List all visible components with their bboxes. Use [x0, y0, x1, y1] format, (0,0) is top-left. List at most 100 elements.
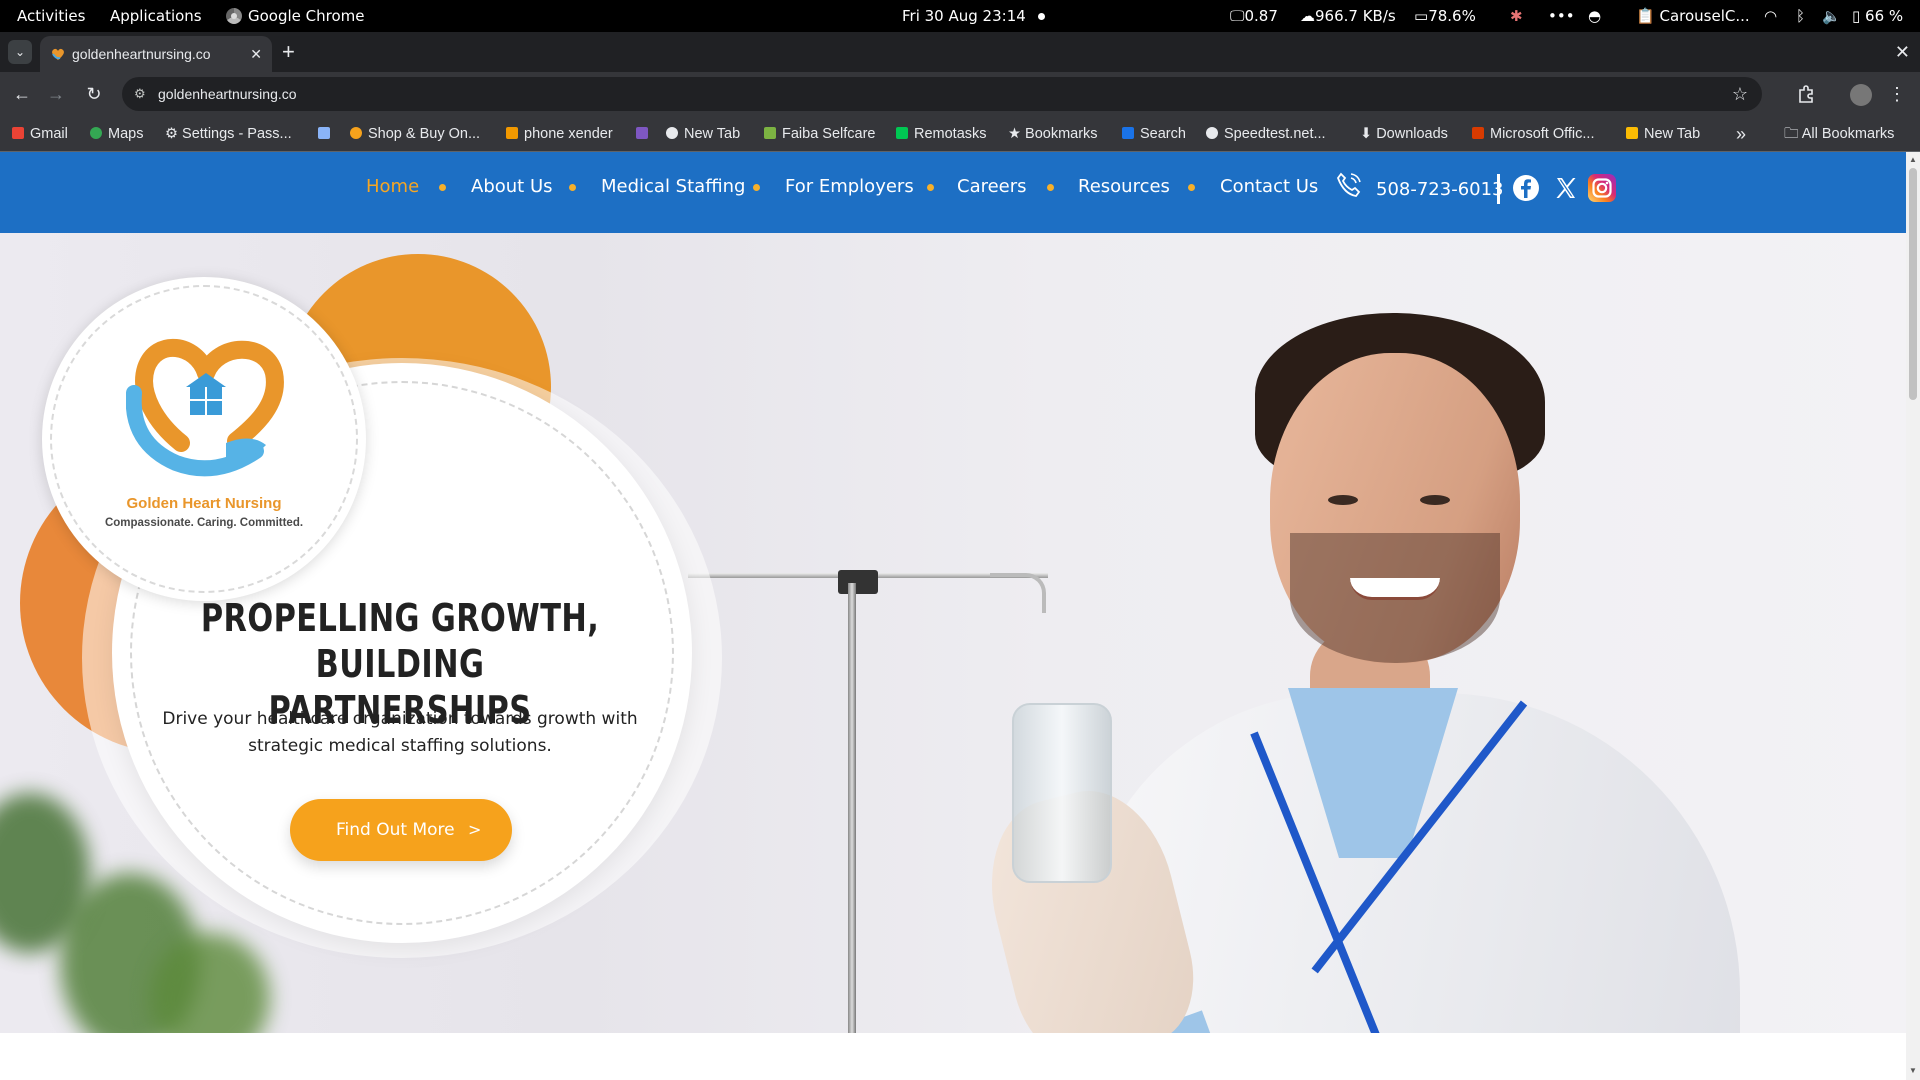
bookmark-label: Shop & Buy On... — [368, 126, 481, 142]
bookmark-new-tab[interactable]: New Tab — [666, 116, 740, 152]
nav-separator-dot — [927, 184, 934, 191]
scrollbar-thumb[interactable] — [1909, 168, 1917, 400]
bookmark-label: New Tab — [684, 126, 741, 142]
iv-bottle — [1012, 703, 1112, 883]
memory-usage[interactable]: ▭78.6% — [1414, 0, 1476, 32]
memory-usage-value: 78.6% — [1428, 7, 1476, 25]
network-speed[interactable]: ☁966.7 KB/s — [1300, 0, 1396, 32]
scroll-down-icon[interactable]: ▼ — [1909, 1066, 1917, 1075]
scroll-up-icon[interactable]: ▲ — [1909, 155, 1917, 164]
clipboard-indicator[interactable]: 📋 CarouselC... — [1636, 0, 1750, 32]
slack-icon[interactable]: ✱ — [1510, 0, 1523, 32]
back-icon[interactable]: ← — [6, 78, 38, 110]
folder-icon: 🗀 — [1784, 126, 1802, 142]
bookmarks-overflow-icon[interactable]: » — [1736, 116, 1746, 152]
x-icon[interactable] — [1552, 174, 1580, 202]
app-indicator[interactable]: Google Chrome — [226, 0, 365, 32]
bookmark-gmail[interactable]: Gmail — [12, 116, 68, 152]
iv-stand-clamp — [838, 570, 878, 594]
bookmarks-bar: Gmail Maps ⚙ Settings - Pass... Shop & B… — [0, 116, 1920, 152]
bookmark-label: Remotasks — [914, 126, 987, 142]
new-tab-button[interactable]: + — [282, 36, 295, 68]
phone-icon — [1336, 172, 1361, 197]
bookmark-favicon-icon — [318, 127, 330, 139]
nav-home[interactable]: Home — [366, 152, 419, 222]
bookmark-icon-only-2[interactable] — [636, 116, 654, 152]
bookmark-shop[interactable]: Shop & Buy On... — [350, 116, 480, 152]
nav-contact-us[interactable]: Contact Us — [1220, 152, 1318, 222]
bookmark-label: Speedtest.net... — [1224, 126, 1326, 142]
bookmark-search[interactable]: Search — [1122, 116, 1186, 152]
bookmark-bookmarks[interactable]: ★ Bookmarks — [1008, 116, 1098, 152]
instagram-icon[interactable] — [1588, 174, 1616, 202]
doctor-smile — [1350, 578, 1440, 600]
page-scrollbar[interactable]: ▲ ▼ — [1906, 152, 1920, 1080]
site-navigation: Home About Us Medical Staffing For Emplo… — [0, 152, 1906, 233]
tab-goldenheartnursing[interactable]: goldenheartnursing.co ✕ — [40, 36, 272, 72]
window-close-icon[interactable]: ✕ — [1895, 36, 1910, 68]
network-speed-value: 966.7 KB/s — [1315, 7, 1396, 25]
all-bookmarks[interactable]: 🗀 All Bookmarks — [1784, 116, 1894, 152]
wifi-icon[interactable]: ◠ — [1764, 0, 1777, 32]
tab-search-dropdown[interactable]: ⌄ — [8, 40, 32, 64]
chrome-menu-icon[interactable]: ⋮ — [1888, 72, 1906, 116]
logo-badge[interactable]: Golden Heart Nursing Compassionate. Cari… — [42, 277, 366, 601]
iv-stand-hook — [990, 573, 1046, 613]
nav-separator-dot — [439, 184, 446, 191]
extensions-icon[interactable] — [1796, 84, 1816, 104]
bookmark-label: Downloads — [1376, 126, 1448, 142]
bookmark-label: Maps — [108, 126, 144, 142]
nav-for-employers[interactable]: For Employers — [785, 152, 914, 222]
bookmark-star-icon[interactable]: ☆ — [1732, 77, 1748, 111]
nav-medical-staffing[interactable]: Medical Staffing — [601, 152, 745, 222]
overflow-indicator[interactable]: ••• — [1548, 0, 1575, 32]
site-info-icon[interactable]: ⚙ — [134, 77, 146, 111]
cta-label: Find Out More — [336, 820, 455, 840]
volume-icon[interactable]: 🔈 — [1822, 0, 1841, 32]
maps-icon — [90, 127, 102, 139]
bookmark-microsoft-office[interactable]: Microsoft Offic... — [1472, 116, 1594, 152]
bookmark-icon-only[interactable] — [318, 116, 336, 152]
star-icon: ★ — [1008, 126, 1026, 142]
address-bar[interactable]: ⚙ goldenheartnursing.co ☆ — [122, 77, 1762, 111]
tab-close-icon[interactable]: ✕ — [250, 36, 262, 72]
reload-icon[interactable]: ↻ — [78, 78, 110, 110]
bookmark-settings[interactable]: ⚙ Settings - Pass... — [165, 116, 292, 152]
facebook-icon[interactable] — [1512, 174, 1540, 202]
cpu-load[interactable]: 🖵0.87 — [1230, 0, 1278, 32]
bookmark-speedtest[interactable]: Speedtest.net... — [1206, 116, 1326, 152]
battery-indicator[interactable]: ▯ 66 % — [1852, 0, 1903, 32]
phone-number-link[interactable]: 508-723-6013 — [1376, 152, 1504, 228]
bookmark-new-tab-2[interactable]: New Tab — [1626, 116, 1700, 152]
hero-section: PROPELLING GROWTH, BUILDING PARTNERSHIPS… — [0, 233, 1906, 1033]
bluetooth-icon[interactable]: ᛒ — [1796, 0, 1805, 32]
profile-avatar[interactable] — [1850, 84, 1872, 106]
memory-icon: ▭ — [1414, 7, 1429, 25]
remotasks-icon — [896, 127, 908, 139]
forward-icon[interactable]: → — [40, 78, 72, 110]
nav-about-us[interactable]: About Us — [471, 152, 553, 222]
hero-subtitle: Drive your healthcare organization towar… — [162, 709, 638, 756]
gmail-icon — [12, 127, 24, 139]
site-favicon-icon — [52, 48, 64, 60]
bookmark-faiba[interactable]: Faiba Selfcare — [764, 116, 876, 152]
steam-icon[interactable]: ◓ — [1588, 0, 1601, 32]
activities-button[interactable]: Activities — [17, 0, 85, 32]
bookmark-maps[interactable]: Maps — [90, 116, 143, 152]
bookmark-label: Settings - Pass... — [182, 126, 292, 142]
url-text[interactable]: goldenheartnursing.co — [158, 77, 297, 111]
bookmark-label: Gmail — [30, 126, 68, 142]
nav-separator-dot — [569, 184, 576, 191]
bookmark-downloads[interactable]: ⬇ Downloads — [1360, 116, 1448, 152]
applications-menu[interactable]: Applications — [110, 0, 202, 32]
clipboard-icon: 📋 — [1636, 7, 1655, 25]
clock[interactable]: Fri 30 Aug 23:14 — [902, 0, 1026, 32]
notification-dot — [1038, 0, 1045, 32]
find-out-more-button[interactable]: Find Out More > — [290, 799, 512, 861]
bookmark-phone-xender[interactable]: phone xender — [506, 116, 613, 152]
nav-careers[interactable]: Careers — [957, 152, 1027, 222]
bookmark-remotasks[interactable]: Remotasks — [896, 116, 987, 152]
battery-level: 66 % — [1865, 7, 1904, 25]
nav-resources[interactable]: Resources — [1078, 152, 1170, 222]
nav-separator-dot — [753, 184, 760, 191]
